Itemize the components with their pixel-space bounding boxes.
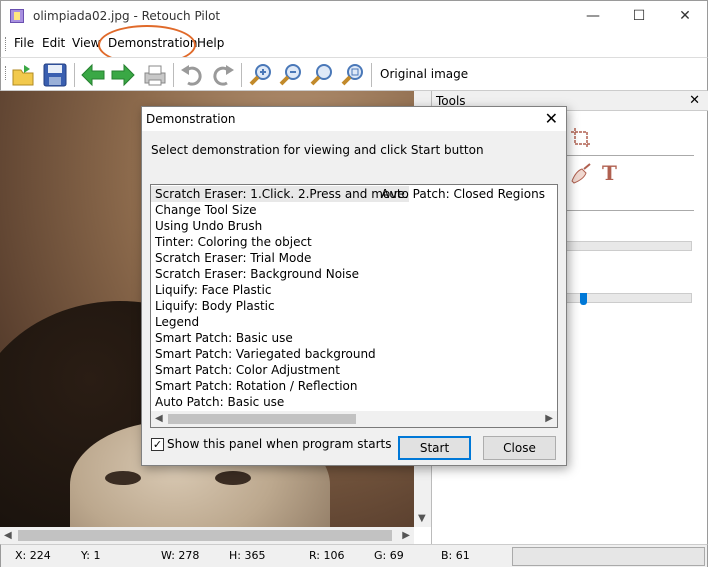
status-blue: B: 61 [441, 549, 470, 562]
zoom-actual-icon[interactable] [339, 61, 367, 89]
list-item[interactable]: Legend [151, 314, 409, 330]
scroll-left-icon[interactable]: ◀ [4, 530, 12, 541]
toolbar-separator [371, 63, 372, 87]
title-bar: olimpiada02.jpg - Retouch Pilot — ☐ ✕ [0, 0, 708, 31]
status-green: G: 69 [374, 549, 404, 562]
tool-size-slider[interactable] [566, 241, 692, 251]
minimize-button[interactable]: — [570, 1, 616, 31]
scroll-right-icon[interactable]: ▶ [402, 530, 410, 541]
status-progress-box [512, 547, 705, 566]
list-item[interactable]: Using Undo Brush [151, 218, 409, 234]
zoom-out-icon[interactable] [277, 61, 305, 89]
list-item[interactable]: Change Tool Size [151, 202, 409, 218]
tools-panel-close-button[interactable]: ✕ [689, 93, 700, 108]
list-item[interactable]: Auto Patch: Closed Regions [377, 186, 545, 202]
original-image-button[interactable]: Original image [380, 67, 468, 81]
brush-icon[interactable] [568, 163, 594, 185]
status-height: H: 365 [229, 549, 266, 562]
list-item[interactable]: Tinter: Coloring the object [151, 234, 409, 250]
back-arrow-icon[interactable] [79, 61, 107, 89]
menu-edit[interactable]: Edit [42, 36, 65, 50]
toolbar-separator [74, 63, 75, 87]
slider-thumb[interactable] [580, 293, 587, 305]
list-item[interactable]: Scratch Eraser: Trial Mode [151, 250, 409, 266]
scroll-right-icon[interactable]: ▶ [545, 413, 553, 424]
list-item[interactable]: Scratch Eraser: 1.Click. 2.Press and mov… [151, 186, 409, 202]
zoom-fit-icon[interactable] [308, 61, 336, 89]
show-panel-label[interactable]: Show this panel when program starts [167, 437, 391, 451]
dialog-instruction: Select demonstration for viewing and cli… [151, 143, 484, 157]
list-item[interactable]: Liquify: Body Plastic [151, 298, 409, 314]
close-button[interactable]: Close [483, 436, 556, 460]
list-column-1: Scratch Eraser: 1.Click. 2.Press and mov… [151, 186, 409, 410]
dialog-close-icon[interactable]: ✕ [545, 109, 558, 128]
scrollbar-thumb[interactable] [18, 530, 392, 541]
forward-arrow-icon[interactable] [109, 61, 137, 89]
text-tool-icon[interactable]: T [602, 161, 617, 185]
app-icon [10, 9, 24, 23]
scroll-down-icon[interactable]: ▼ [418, 513, 426, 524]
zoom-in-icon[interactable] [247, 61, 275, 89]
list-item[interactable]: Auto Patch: Basic use [151, 394, 409, 410]
list-item[interactable]: Liquify: Face Plastic [151, 282, 409, 298]
list-item[interactable]: Smart Patch: Variegated background [151, 346, 409, 362]
menu-view[interactable]: View [72, 36, 100, 50]
undo-icon[interactable] [178, 61, 206, 89]
status-bar: X: 224 Y: 1 W: 278 H: 365 R: 106 G: 69 B… [0, 544, 708, 567]
list-horizontal-scrollbar[interactable]: ◀ ▶ [151, 411, 557, 427]
crop-icon[interactable] [570, 127, 592, 149]
show-panel-checkbox[interactable]: ✓ [151, 438, 164, 451]
status-width: W: 278 [161, 549, 200, 562]
photo-eye [105, 471, 141, 485]
toolbar: Original image [0, 57, 708, 91]
status-red: R: 106 [309, 549, 345, 562]
print-icon[interactable] [141, 61, 169, 89]
toolbar-separator [241, 63, 242, 87]
window-title: olimpiada02.jpg - Retouch Pilot [33, 9, 221, 23]
list-item[interactable]: Smart Patch: Basic use [151, 330, 409, 346]
tools-divider [566, 155, 694, 156]
list-item[interactable]: Smart Patch: Rotation / Reflection [151, 378, 409, 394]
save-icon[interactable] [41, 61, 69, 89]
tools-divider [566, 210, 694, 211]
menu-file[interactable]: File [14, 36, 34, 50]
list-item[interactable]: Smart Patch: Color Adjustment [151, 362, 409, 378]
maximize-button[interactable]: ☐ [616, 1, 662, 31]
demonstration-list[interactable]: Scratch Eraser: 1.Click. 2.Press and mov… [150, 184, 558, 428]
dialog-title-bar: Demonstration ✕ [142, 107, 566, 131]
open-icon[interactable] [10, 61, 38, 89]
redo-icon[interactable] [209, 61, 237, 89]
menu-help[interactable]: Help [197, 36, 224, 50]
list-item[interactable]: Scratch Eraser: Background Noise [151, 266, 409, 282]
photo-eye [215, 471, 251, 485]
scrollbar-thumb[interactable] [168, 414, 356, 424]
toolbar-separator [173, 63, 174, 87]
scroll-left-icon[interactable]: ◀ [155, 413, 163, 424]
list-column-2: Auto Patch: Closed Regions [377, 186, 545, 202]
toolbar-grip [5, 66, 7, 80]
start-button[interactable]: Start [398, 436, 471, 460]
demonstration-dialog: Demonstration ✕ Select demonstration for… [141, 106, 567, 466]
menu-grip [5, 37, 7, 51]
dialog-title: Demonstration [146, 112, 236, 126]
canvas-horizontal-scrollbar[interactable]: ◀ ▶ [0, 527, 414, 544]
status-x: X: 224 [15, 549, 51, 562]
status-y: Y: 1 [81, 549, 101, 562]
close-window-button[interactable]: ✕ [662, 1, 708, 31]
